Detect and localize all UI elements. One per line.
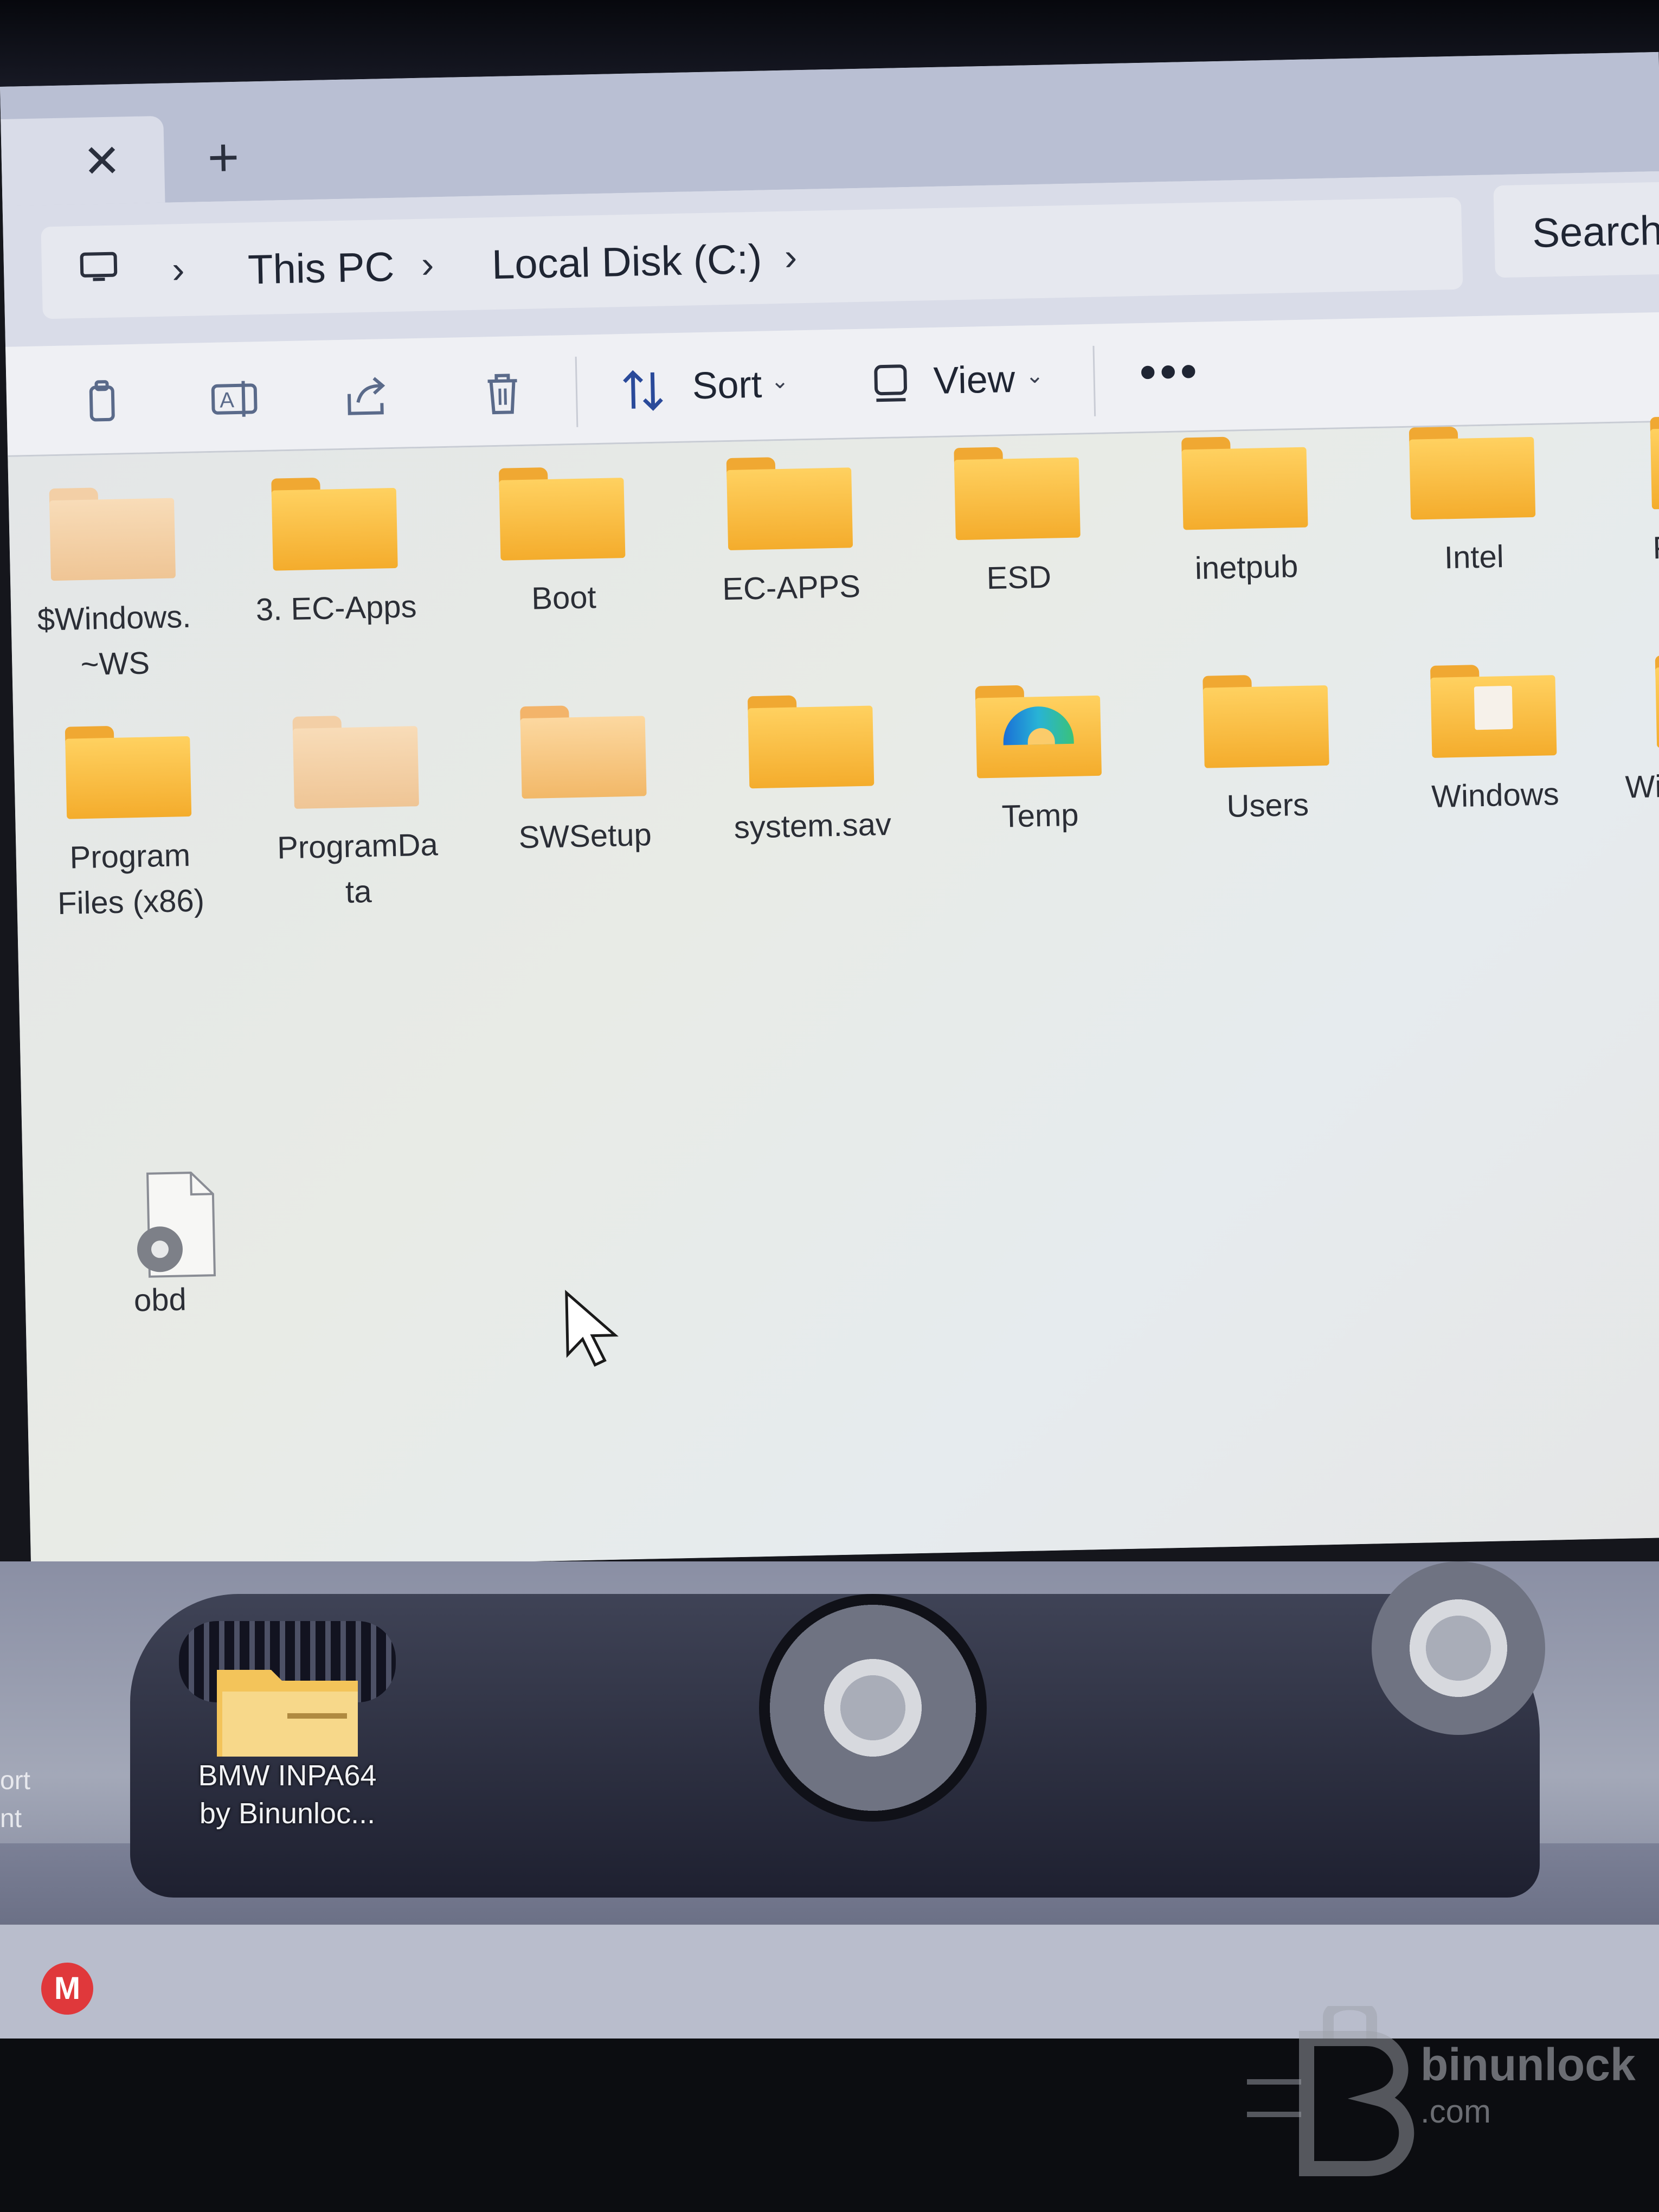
folder-icon — [726, 455, 853, 551]
folder-icon — [954, 445, 1081, 541]
svg-text:A: A — [220, 388, 235, 413]
share-icon[interactable] — [342, 371, 392, 421]
desktop-folder-label[interactable]: BMW INPA64 by Binunloc... — [163, 1757, 412, 1832]
document-icon — [1474, 685, 1513, 730]
folder-icon — [271, 476, 398, 571]
sort-icon[interactable] — [619, 365, 668, 415]
file-label[interactable]: obd — [133, 1281, 187, 1319]
delete-icon[interactable] — [478, 369, 528, 419]
folder-label: ProgramDa ta — [276, 827, 439, 910]
sort-button[interactable]: Sort — [692, 363, 762, 408]
breadcrumb-chevron-icon[interactable]: › — [421, 242, 434, 286]
folder-item[interactable]: ESD — [913, 445, 1122, 603]
desktop-partial-label: ort nt — [0, 1766, 31, 1833]
sort-chevron-down-icon[interactable]: ⌄ — [770, 369, 789, 394]
folder-icon — [65, 724, 192, 819]
folder-item[interactable]: Intel — [1368, 424, 1578, 582]
folder-item[interactable]: Users — [1162, 672, 1371, 831]
folder-label: Users — [1226, 787, 1309, 824]
car-wheel — [1372, 1561, 1545, 1735]
folder-label: Intel — [1444, 539, 1504, 576]
toolbar-divider — [1092, 345, 1096, 416]
folder-label: $Windows. ~WS — [37, 599, 192, 683]
folder-label: SWSetup — [518, 817, 652, 856]
view-chevron-down-icon[interactable]: ⌄ — [1025, 363, 1044, 389]
folder-item[interactable]: system.sav — [707, 693, 916, 851]
search-placeholder: Search — [1532, 207, 1659, 256]
folder-label: Wir — [1625, 768, 1659, 805]
folder-label: EC-APPS — [722, 568, 861, 607]
folder-icon — [1181, 435, 1308, 530]
folder-item[interactable]: $Windows. ~WS — [9, 485, 219, 689]
mouse-cursor-icon — [565, 1290, 619, 1367]
folder-icon — [520, 704, 647, 799]
address-bar[interactable]: › This PC › Local Disk (C:) › — [41, 197, 1463, 319]
folder-label: ESD — [986, 559, 1052, 596]
folder-icon — [975, 684, 1102, 779]
folder-icon — [49, 486, 176, 581]
close-tab-icon[interactable]: ✕ — [82, 134, 121, 188]
breadcrumb-chevron-icon[interactable]: › — [171, 248, 185, 291]
folder-icon — [747, 694, 874, 789]
rename-icon[interactable]: A — [209, 374, 259, 424]
folder-label: Boot — [531, 580, 597, 616]
folder-label: Program Files (x86) — [57, 837, 205, 922]
folder-item[interactable]: 3. EC-Apps — [230, 475, 440, 633]
search-box[interactable]: Search — [1493, 181, 1659, 278]
folder-icon — [1655, 653, 1659, 748]
folder-item[interactable]: Windows — [1390, 663, 1599, 821]
desktop-folder-icon[interactable] — [206, 1654, 369, 1762]
breadcrumb-this-pc[interactable]: This PC — [247, 243, 395, 294]
folder-item[interactable]: Boot — [458, 465, 667, 623]
file-explorer-window: ✕ + › This PC › Local Disk (C:) › Search… — [0, 52, 1659, 1572]
watermark-sub: .com — [1420, 2093, 1491, 2130]
copy-icon[interactable] — [76, 377, 126, 427]
more-options-button[interactable]: ••• — [1139, 344, 1201, 401]
folder-item[interactable]: EC-APPS — [686, 455, 895, 613]
this-pc-icon[interactable] — [79, 252, 118, 284]
folder-item[interactable]: Wir — [1606, 653, 1659, 811]
folder-icon — [292, 714, 419, 809]
folder-icon — [1203, 673, 1329, 768]
folder-icon — [498, 466, 626, 561]
watermark-text: binunlock — [1420, 2039, 1636, 2090]
view-button[interactable]: View — [933, 357, 1015, 402]
folder-item[interactable]: Temp — [935, 683, 1144, 841]
settings-file-icon[interactable] — [126, 1167, 220, 1283]
folder-item[interactable]: P — [1596, 415, 1659, 573]
new-tab-button[interactable]: + — [207, 126, 240, 189]
folder-label: 3. EC-Apps — [255, 589, 417, 628]
folder-label: Temp — [1001, 797, 1079, 834]
toolbar-divider — [575, 356, 578, 427]
view-icon[interactable] — [868, 361, 918, 410]
folder-label: inetpub — [1194, 549, 1298, 587]
folder-label: Windows — [1431, 776, 1560, 814]
car-wheel — [759, 1594, 987, 1822]
folder-item[interactable]: inetpub — [1141, 434, 1350, 593]
folder-item[interactable]: SWSetup — [479, 703, 689, 861]
folder-item[interactable]: ProgramDa ta — [252, 713, 462, 917]
breadcrumb-chevron-icon[interactable]: › — [784, 235, 798, 278]
folder-icon — [1430, 663, 1557, 758]
folder-icon — [1650, 415, 1659, 510]
folder-label: system.sav — [734, 806, 892, 845]
breadcrumb-local-disk[interactable]: Local Disk (C:) — [491, 236, 762, 288]
folder-item[interactable]: Program Files (x86) — [24, 723, 235, 927]
file-list: $Windows. ~WS 3. EC-Apps Boot EC-APPS ESD… — [8, 416, 1659, 1572]
folder-label: P — [1652, 530, 1659, 566]
folder-icon — [1409, 425, 1536, 520]
mega-app-icon[interactable]: M — [41, 1963, 93, 2015]
